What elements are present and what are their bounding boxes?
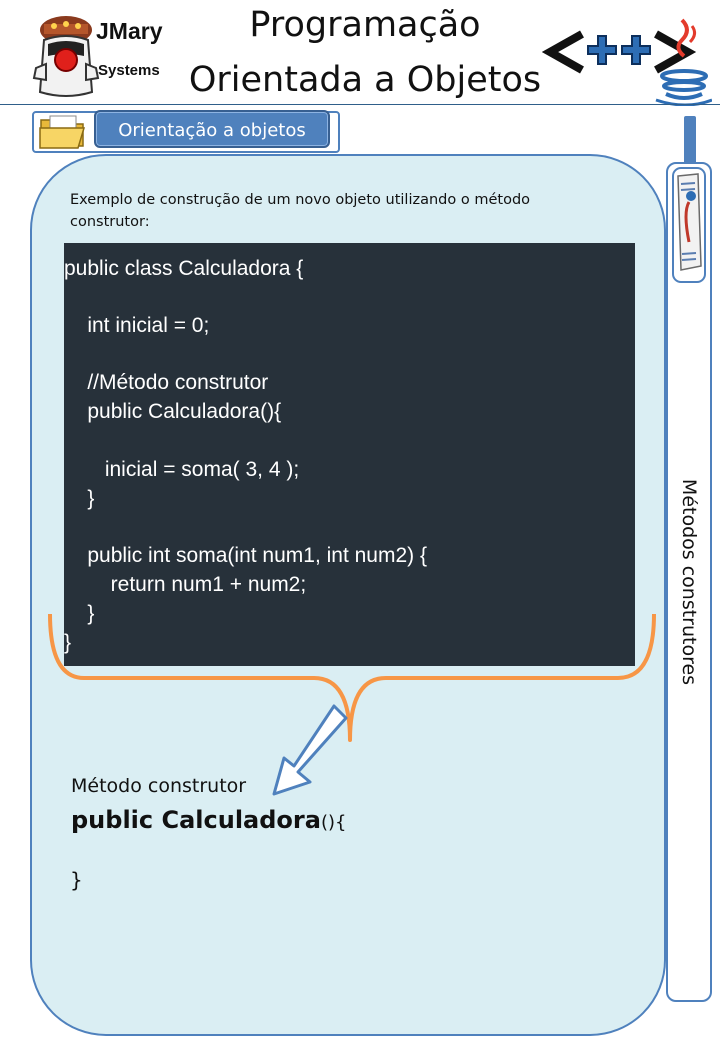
code-line: int inicial = 0;	[64, 314, 210, 337]
code-line: public int soma(int num1, int num2) {	[64, 544, 427, 567]
code-line: return num1 + num2;	[64, 573, 307, 596]
signature-parens: (){	[320, 812, 347, 833]
arrow-down-left-icon	[272, 704, 348, 796]
code-line: }	[64, 487, 95, 510]
constructor-signature: public Calculadora(){	[71, 806, 346, 834]
closing-brace: }	[70, 868, 83, 892]
code-line: inicial = soma( 3, 4 );	[64, 458, 300, 481]
code-line: public Calculadora(){	[64, 400, 282, 423]
side-tab-connector	[684, 116, 696, 166]
constructor-label: Método construtor	[71, 775, 247, 797]
code-line: //Método construtor	[64, 371, 269, 394]
header-divider	[0, 104, 720, 105]
side-tab-label: Métodos construtores	[678, 478, 700, 686]
java-cup-icon	[542, 18, 712, 106]
intro-text: Exemplo de construção de um novo objeto …	[70, 192, 531, 230]
curly-brace-icon	[48, 613, 656, 742]
signature-name: public Calculadora	[71, 806, 321, 834]
title-line-2: Orientada a Objetos	[188, 60, 542, 100]
brand-subtitle: Systems	[98, 62, 160, 79]
folder-icon	[39, 115, 86, 149]
code-line: public class Calculadora {	[64, 257, 304, 280]
section-tab[interactable]: Orientação a objetos	[94, 110, 330, 148]
page-title: Programação Orientada a Objetos	[160, 0, 570, 108]
brand-name: JMary	[96, 18, 163, 44]
newspaper-icon	[672, 167, 706, 283]
title-line-1: Programação	[249, 5, 481, 45]
code-block: public class Calculadora { int inicial =…	[64, 243, 635, 666]
